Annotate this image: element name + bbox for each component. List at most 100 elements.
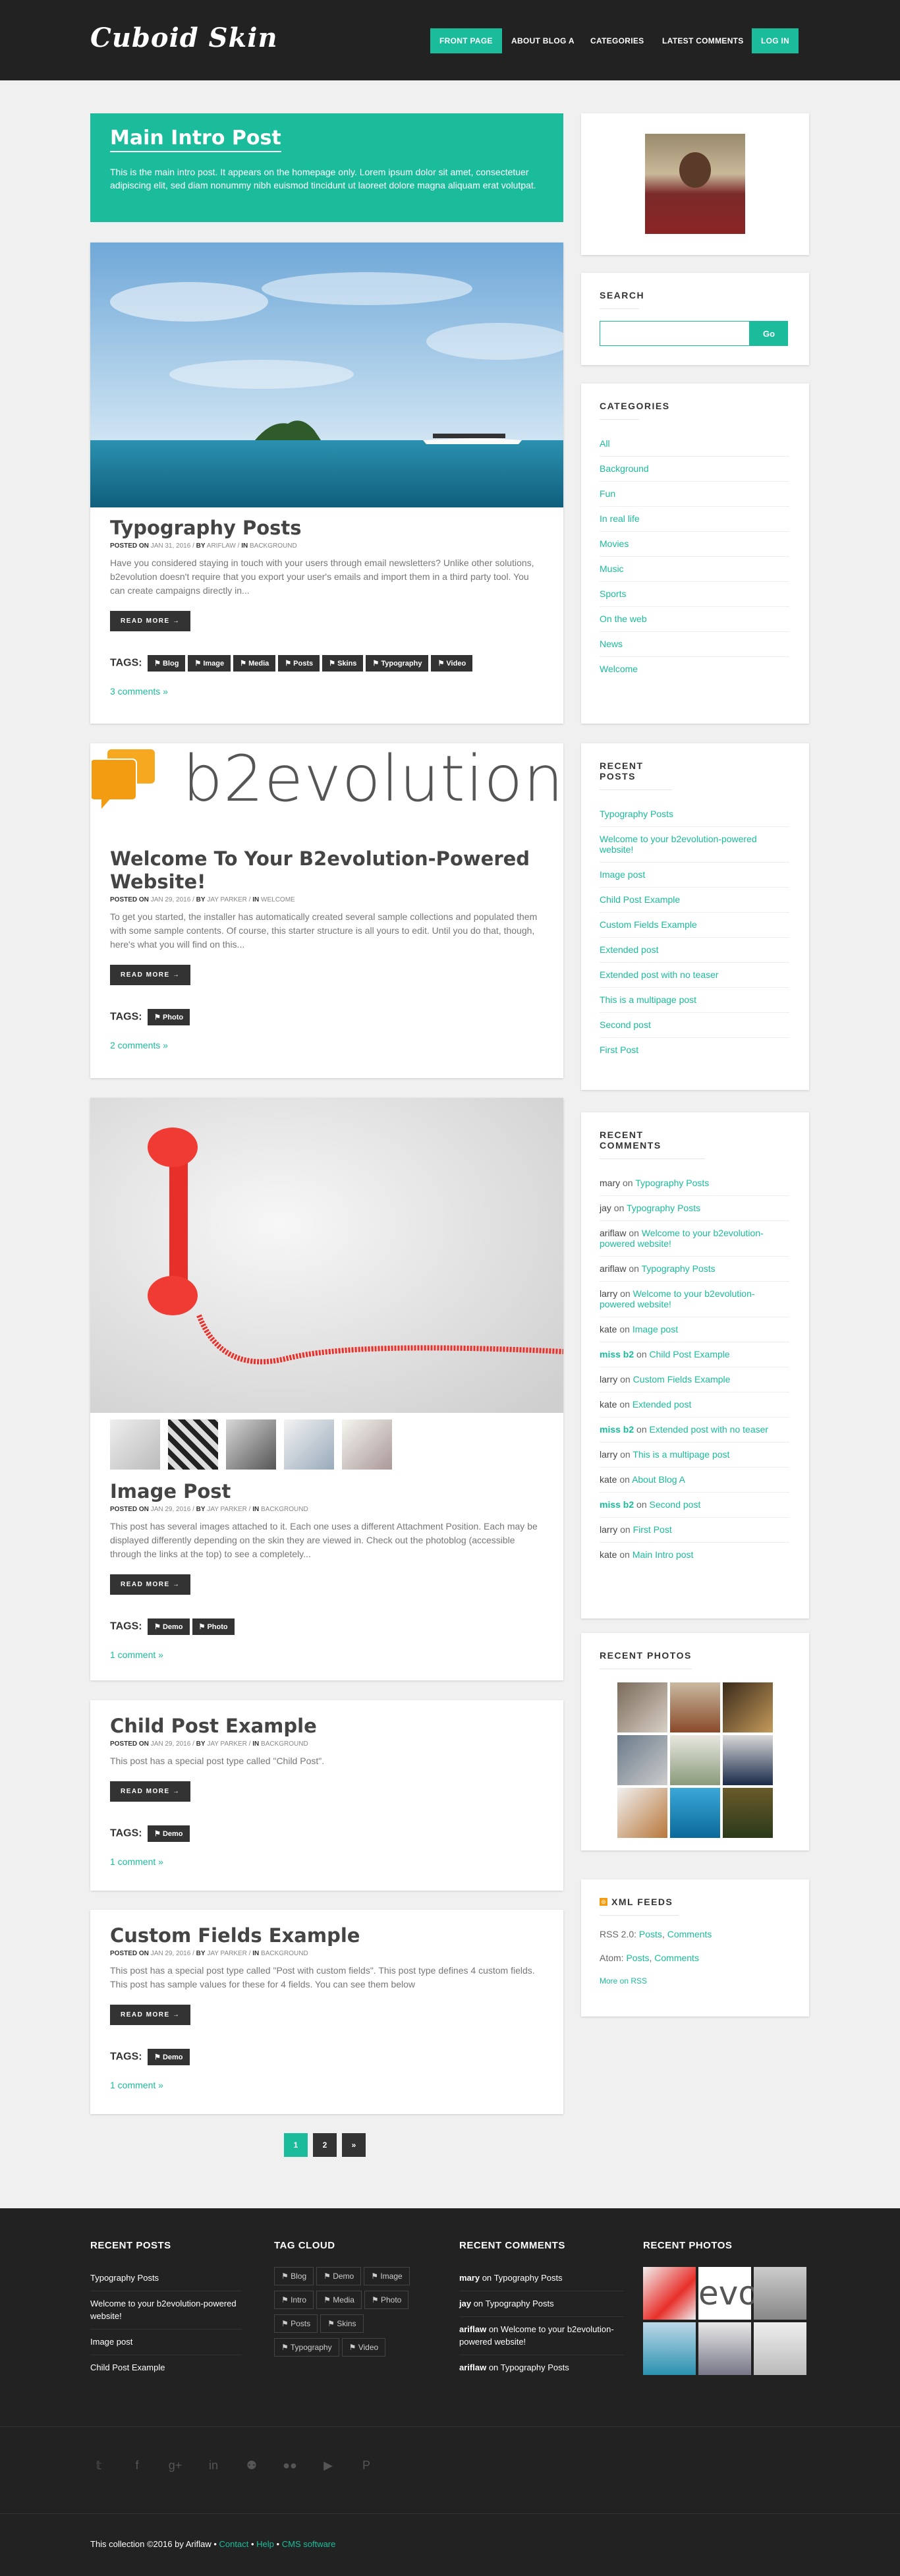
tag-chip[interactable]: ⚑ Photo <box>192 1618 235 1635</box>
footer-comment-item[interactable]: mary on Typography Posts <box>459 2266 624 2291</box>
author-avatar[interactable] <box>645 134 745 234</box>
tag-chip[interactable]: ⚑ Video <box>431 655 473 672</box>
post-image-red-phone[interactable] <box>90 1098 563 1413</box>
comment-post-link[interactable]: About Blog A <box>632 1474 685 1485</box>
tag-chip[interactable]: ⚑ Skins <box>322 655 364 672</box>
photo-thumbnail[interactable] <box>723 1682 773 1732</box>
recent-post-link[interactable]: Second post <box>600 1013 789 1038</box>
photo-thumbnail[interactable] <box>643 2267 696 2320</box>
pagination-page-1[interactable]: 1 <box>284 2133 308 2157</box>
post-title[interactable]: Child Post Example <box>110 1715 544 1738</box>
search-button[interactable]: Go <box>750 321 788 346</box>
linkedin-icon[interactable]: in <box>205 2457 222 2474</box>
footer-tag[interactable]: ⚑ Skins <box>320 2314 364 2333</box>
recent-post-link[interactable]: Custom Fields Example <box>600 913 789 938</box>
tag-chip[interactable]: ⚑ Demo <box>148 2049 190 2065</box>
footer-tag[interactable]: ⚑ Typography <box>274 2338 339 2357</box>
tag-chip[interactable]: ⚑ Demo <box>148 1618 190 1635</box>
comment-post-link[interactable]: Custom Fields Example <box>633 1374 731 1385</box>
site-logo[interactable]: Cuboid Skin <box>90 22 278 53</box>
recent-post-link[interactable]: Extended post with no teaser <box>600 963 789 988</box>
category-link[interactable]: Background <box>600 457 789 482</box>
comment-post-link[interactable]: Child Post Example <box>650 1349 730 1360</box>
photo-thumbnail[interactable] <box>723 1788 773 1838</box>
photo-thumbnail[interactable] <box>754 2322 806 2375</box>
comment-post-link[interactable]: Image post <box>633 1324 678 1334</box>
nav-about-blog-a[interactable]: About Blog A <box>502 28 584 53</box>
category-link[interactable]: Music <box>600 557 789 582</box>
pagination-next[interactable]: » <box>342 2133 366 2157</box>
category-link[interactable]: News <box>600 632 789 657</box>
photo-thumbnail[interactable] <box>617 1788 667 1838</box>
nav-categories[interactable]: Categories <box>581 28 653 53</box>
post-title[interactable]: Image Post <box>110 1480 544 1503</box>
footer-post-link[interactable]: Image post <box>90 2330 242 2355</box>
photo-thumbnail[interactable] <box>723 1735 773 1785</box>
post-title[interactable]: Typography Posts <box>110 517 544 540</box>
footer-tag[interactable]: ⚑ Video <box>341 2338 386 2357</box>
flickr-icon[interactable]: ●● <box>281 2457 298 2474</box>
recent-post-link[interactable]: Image post <box>600 863 789 888</box>
category-link[interactable]: Welcome <box>600 657 789 681</box>
category-link[interactable]: In real life <box>600 507 789 532</box>
recent-post-link[interactable]: Typography Posts <box>600 802 789 827</box>
read-more-button[interactable]: READ MORE → <box>110 611 191 631</box>
twitter-icon[interactable]: 𝕥 <box>90 2457 107 2474</box>
thumbnail-image[interactable] <box>168 1419 218 1470</box>
recent-post-link[interactable]: Welcome to your b2evolution-powered webs… <box>600 827 789 863</box>
category-link[interactable]: Movies <box>600 532 789 557</box>
recent-post-link[interactable]: Child Post Example <box>600 888 789 913</box>
pagination-page-2[interactable]: 2 <box>313 2133 337 2157</box>
atom-posts-link[interactable]: Posts <box>626 1953 649 1963</box>
more-on-rss-link[interactable]: More on RSS <box>600 1976 791 1986</box>
photo-thumbnail[interactable] <box>698 2322 751 2375</box>
photo-thumbnail[interactable] <box>670 1735 720 1785</box>
footer-tag[interactable]: ⚑ Image <box>364 2267 410 2285</box>
recent-post-link[interactable]: First Post <box>600 1038 789 1062</box>
photo-thumbnail[interactable] <box>754 2267 806 2320</box>
comment-post-link[interactable]: Second post <box>650 1499 701 1510</box>
footer-post-link[interactable]: Typography Posts <box>90 2266 242 2291</box>
intro-title[interactable]: Main Intro Post <box>110 127 281 152</box>
footer-comment-item[interactable]: ariflaw on Welcome to your b2evolution-p… <box>459 2317 624 2355</box>
comments-link[interactable]: 2 comments » <box>110 1040 544 1050</box>
read-more-button[interactable]: READ MORE → <box>110 1574 191 1595</box>
help-link[interactable]: Help <box>256 2539 274 2549</box>
photo-thumbnail[interactable] <box>617 1735 667 1785</box>
tag-chip[interactable]: ⚑ Demo <box>148 1825 190 1842</box>
tag-chip[interactable]: ⚑ Media <box>233 655 276 672</box>
thumbnail-image[interactable] <box>284 1419 334 1470</box>
thumbnail-image[interactable] <box>226 1419 276 1470</box>
tag-chip[interactable]: ⚑ Posts <box>278 655 320 672</box>
footer-comment-item[interactable]: jay on Typography Posts <box>459 2291 624 2317</box>
nav-latest-comments[interactable]: Latest Comments <box>653 28 753 53</box>
comment-post-link[interactable]: Extended post <box>633 1399 692 1410</box>
comment-post-link[interactable]: Typography Posts <box>627 1203 700 1213</box>
comment-post-link[interactable]: Typography Posts <box>635 1178 709 1188</box>
tag-chip[interactable]: ⚑ Typography <box>366 655 429 672</box>
search-input[interactable] <box>600 321 750 346</box>
thumbnail-image[interactable] <box>110 1419 160 1470</box>
rss-comments-link[interactable]: Comments <box>667 1929 712 1939</box>
recent-post-link[interactable]: Extended post <box>600 938 789 963</box>
footer-tag[interactable]: ⚑ Intro <box>274 2291 314 2309</box>
github-icon[interactable]: ⚉ <box>243 2457 260 2474</box>
photo-thumbnail[interactable] <box>670 1682 720 1732</box>
footer-tag[interactable]: ⚑ Media <box>316 2291 362 2309</box>
youtube-icon[interactable]: ▶ <box>320 2457 337 2474</box>
category-link[interactable]: Sports <box>600 582 789 607</box>
atom-comments-link[interactable]: Comments <box>654 1953 699 1963</box>
post-image-b2evolution-logo[interactable]: b2evolution <box>90 743 563 822</box>
photo-thumbnail[interactable] <box>670 1788 720 1838</box>
footer-tag[interactable]: ⚑ Posts <box>274 2314 318 2333</box>
category-link[interactable]: On the web <box>600 607 789 632</box>
photo-thumbnail[interactable] <box>643 2322 696 2375</box>
google-plus-icon[interactable]: g+ <box>167 2457 184 2474</box>
contact-link[interactable]: Contact <box>219 2539 249 2549</box>
footer-comment-item[interactable]: ariflaw on Typography Posts <box>459 2355 624 2380</box>
footer-tag[interactable]: ⚑ Photo <box>364 2291 409 2309</box>
comments-link[interactable]: 1 comment » <box>110 1649 544 1660</box>
thumbnail-image[interactable] <box>342 1419 392 1470</box>
cms-software-link[interactable]: CMS software <box>282 2539 336 2549</box>
read-more-button[interactable]: READ MORE → <box>110 965 191 985</box>
